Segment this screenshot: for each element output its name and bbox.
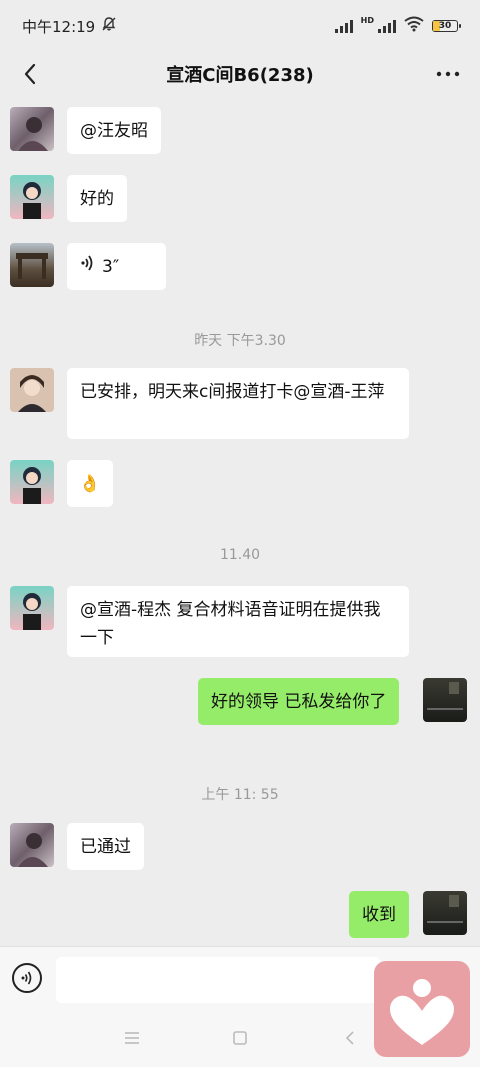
timestamp: 11.40 — [219, 547, 261, 563]
hd-badge: HD — [360, 15, 374, 25]
avatar[interactable] — [10, 368, 54, 412]
battery-indicator: 30 — [432, 20, 461, 32]
signal-icon — [334, 19, 353, 33]
message-bubble[interactable]: @宣酒-程杰 复合材料语音证明在提供我一下 — [67, 586, 409, 657]
timestamp: 上午 11: 55 — [201, 787, 279, 803]
status-left: 中午12:19 — [22, 16, 117, 37]
my-message-bubble[interactable]: 好的领导 已私发给你了 — [198, 678, 400, 725]
chat-messages[interactable]: @汪友昭 好的 3″ 昨天 下午3.30 已安排，明天来c间报道打卡@宣酒-王萍… — [0, 96, 480, 946]
more-icon[interactable] — [432, 58, 464, 90]
home-icon[interactable] — [230, 1028, 250, 1048]
voice-icon[interactable] — [12, 963, 42, 993]
message-bubble[interactable]: @汪友昭 — [67, 107, 161, 154]
chat-header: 宣酒C间B6(238) — [0, 52, 480, 96]
chat-title: 宣酒C间B6(238) — [166, 65, 314, 86]
avatar[interactable] — [10, 823, 54, 867]
wifi-icon — [404, 16, 424, 36]
back-arrow-icon[interactable] — [14, 58, 46, 90]
signal-icon-2 — [378, 19, 396, 33]
message-bubble[interactable]: 好的 — [67, 175, 127, 222]
message-input[interactable] — [56, 957, 380, 1003]
back-nav-icon[interactable] — [340, 1028, 360, 1048]
avatar[interactable] — [10, 460, 54, 504]
voice-icon — [80, 253, 96, 281]
menu-icon[interactable] — [122, 1028, 142, 1048]
heart-app-icon[interactable] — [374, 961, 470, 1057]
avatar[interactable] — [10, 107, 54, 151]
voice-duration: 3″ — [102, 256, 120, 277]
my-avatar[interactable] — [423, 891, 467, 935]
timestamp: 昨天 下午3.30 — [194, 333, 286, 349]
my-message-bubble[interactable]: 收到 — [349, 891, 409, 938]
status-time: 中午12:19 — [22, 17, 96, 36]
status-bar: 中午12:19 HD 30 — [0, 0, 480, 52]
message-bubble[interactable]: 已安排，明天来c间报道打卡@宣酒-王萍 — [67, 368, 409, 439]
avatar[interactable] — [10, 175, 54, 219]
avatar[interactable] — [10, 586, 54, 630]
status-right: HD 30 — [334, 15, 461, 36]
message-bubble[interactable]: 已通过 — [67, 823, 144, 870]
voice-message-bubble[interactable]: 3″ — [67, 243, 166, 290]
message-bubble[interactable]: 👌 — [67, 460, 113, 507]
avatar[interactable] — [10, 243, 54, 287]
bell-off-icon — [101, 16, 117, 36]
my-avatar[interactable] — [423, 678, 467, 722]
